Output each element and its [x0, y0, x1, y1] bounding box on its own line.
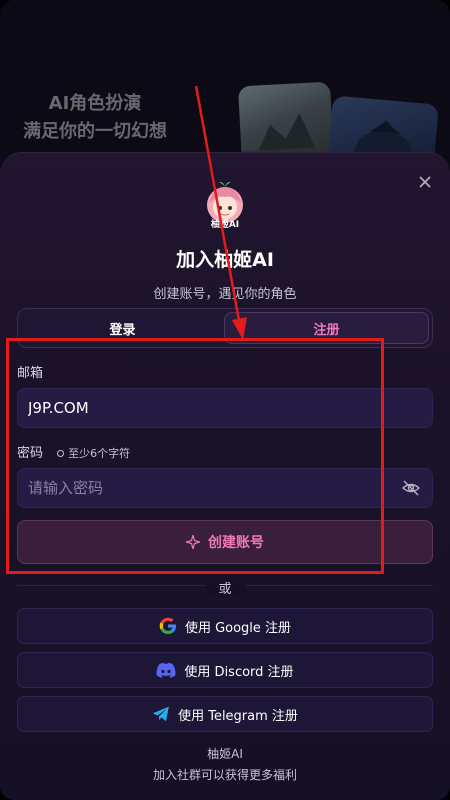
logo-caption: 柚姬AI: [210, 220, 240, 230]
tab-login[interactable]: 登录: [21, 312, 224, 344]
tab-register[interactable]: 注册: [224, 312, 429, 344]
promo-text: AI角色扮演 满足你的一切幻想: [10, 90, 180, 146]
telegram-signup-label: 使用 Telegram 注册: [178, 708, 298, 724]
google-signup-button[interactable]: 使用 Google 注册: [17, 608, 433, 644]
email-field-wrapper: [17, 388, 433, 428]
telegram-icon: [152, 706, 169, 722]
close-icon: [419, 176, 431, 188]
auth-tabs: 登录 注册: [17, 308, 433, 348]
password-field-wrapper: [17, 468, 433, 508]
footer-name: 柚姬AI: [207, 747, 243, 761]
promo-line-1: AI角色扮演: [48, 93, 142, 114]
promo-backdrop: AI角色扮演 满足你的一切幻想: [0, 0, 450, 175]
toggle-password-visibility[interactable]: [400, 477, 422, 499]
google-signup-label: 使用 Google 注册: [184, 620, 292, 636]
email-label: 邮箱: [17, 366, 44, 381]
page-subtitle: 创建账号，遇见你的角色: [153, 287, 297, 302]
or-label: 或: [205, 578, 245, 597]
page-title: 加入柚姬AI: [176, 249, 274, 271]
password-label-row: 密码 至少6个字符: [17, 442, 130, 461]
eye-off-icon: [402, 480, 420, 496]
discord-icon: [156, 662, 176, 678]
password-field[interactable]: [28, 479, 400, 497]
hint-circle-icon: [57, 449, 65, 457]
discord-signup-button[interactable]: 使用 Discord 注册: [17, 652, 433, 688]
discord-signup-label: 使用 Discord 注册: [184, 664, 294, 680]
sparkle-icon: [186, 535, 200, 549]
close-button[interactable]: [414, 171, 436, 193]
password-hint-text: 至少6个字符: [68, 447, 131, 460]
promo-line-2: 满足你的一切幻想: [23, 121, 167, 142]
footer-text: 加入社群可以获得更多福利: [152, 768, 297, 782]
telegram-signup-button[interactable]: 使用 Telegram 注册: [17, 696, 433, 732]
register-sheet: 柚姬AI 加入柚姬AI 创建账号，遇见你的角色 登录 注册 邮箱 密码 至少6个…: [0, 152, 450, 800]
google-icon: [159, 617, 176, 634]
create-account-button[interactable]: 创建账号: [17, 520, 433, 564]
email-field[interactable]: [28, 399, 422, 417]
password-label: 密码: [17, 446, 44, 461]
create-account-label: 创建账号: [208, 535, 264, 551]
password-hint: 至少6个字符: [57, 447, 130, 460]
app-screen: AI角色扮演 满足你的一切幻想 柚姬AI 加入柚姬AI 创建账号，遇见你的角色 …: [0, 0, 450, 800]
